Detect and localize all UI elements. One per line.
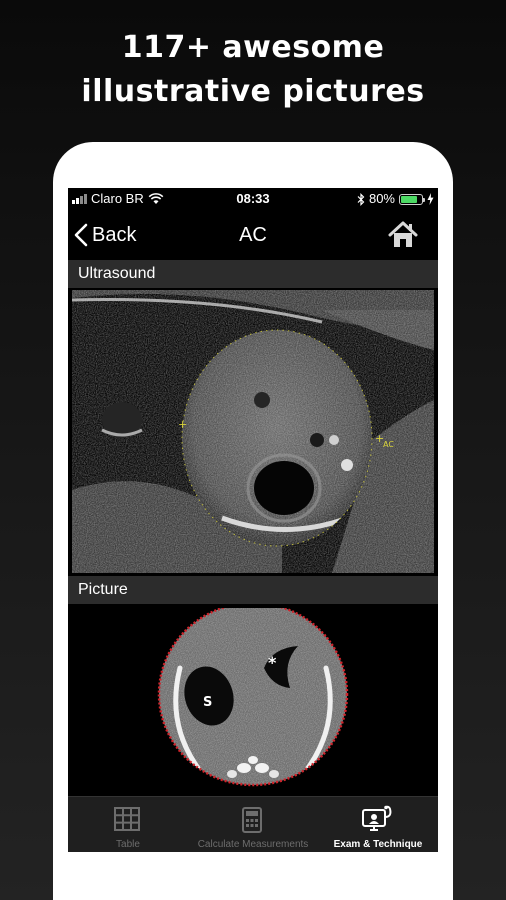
exam-monitor-icon <box>362 805 392 831</box>
illustration-image: S * <box>72 608 434 796</box>
marker-star-label: * <box>268 653 277 672</box>
tab-calculate-measurements-label: Calculate Measurements <box>197 839 309 850</box>
stomach-label: S <box>203 695 212 710</box>
promo-headline-line2: illustrative pictures <box>81 74 425 109</box>
caliper-label: AC <box>383 440 394 449</box>
ultrasound-image: + + AC <box>72 290 434 573</box>
tab-exam-technique-label: Exam & Technique <box>333 839 423 850</box>
abdomen-cross-section-graphic: S * <box>157 608 349 787</box>
home-icon[interactable] <box>388 221 418 249</box>
charging-icon <box>427 193 434 205</box>
bluetooth-icon <box>357 192 365 206</box>
calculator-icon <box>242 807 262 833</box>
app-screen: Claro BR 08:33 80% Back AC Ultrasound + … <box>68 188 438 852</box>
tab-table-label: Table <box>116 839 140 850</box>
battery-icon <box>399 193 425 205</box>
tab-bar: Table Calculate Measurements Exam & Tech… <box>68 796 438 852</box>
section-header-picture: Picture <box>68 576 438 604</box>
section-title-ultrasound: Ultrasound <box>78 265 156 282</box>
status-bar: Claro BR 08:33 80% <box>68 188 438 210</box>
tab-calculate-measurements[interactable]: Calculate Measurements <box>188 797 318 852</box>
table-icon <box>114 807 140 831</box>
page-title: AC <box>239 224 267 246</box>
navigation-bar: Back AC <box>68 210 438 260</box>
tab-table[interactable]: Table <box>68 797 188 852</box>
tab-exam-technique[interactable]: Exam & Technique <box>318 797 438 852</box>
promo-headline: 117+ awesome illustrative pictures <box>0 26 506 114</box>
section-header-ultrasound: Ultrasound <box>68 260 438 288</box>
promo-headline-line1: 117+ awesome <box>121 30 385 65</box>
section-title-picture: Picture <box>78 581 128 598</box>
caliper-start-marker: + <box>178 418 187 431</box>
battery-percent: 80% <box>368 191 395 206</box>
ultrasound-scan-graphic: + + AC <box>72 290 434 573</box>
